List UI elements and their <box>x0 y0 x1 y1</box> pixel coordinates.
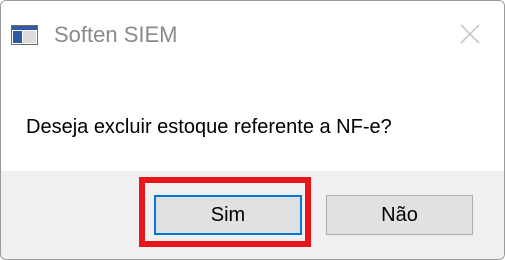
app-window-icon <box>11 25 38 45</box>
dialog-content: Deseja excluir estoque referente a NF-e? <box>1 67 504 171</box>
title-bar: Soften SIEM <box>1 1 504 67</box>
dialog-message: Deseja excluir estoque referente a NF-e? <box>26 116 392 138</box>
close-icon[interactable] <box>457 21 483 47</box>
yes-button[interactable]: Sim <box>154 195 302 235</box>
dialog-window: Soften SIEM Deseja excluir estoque refer… <box>0 0 505 260</box>
no-button[interactable]: Não <box>326 195 473 235</box>
dialog-footer: Sim Não <box>1 171 504 259</box>
window-title: Soften SIEM <box>54 22 178 47</box>
